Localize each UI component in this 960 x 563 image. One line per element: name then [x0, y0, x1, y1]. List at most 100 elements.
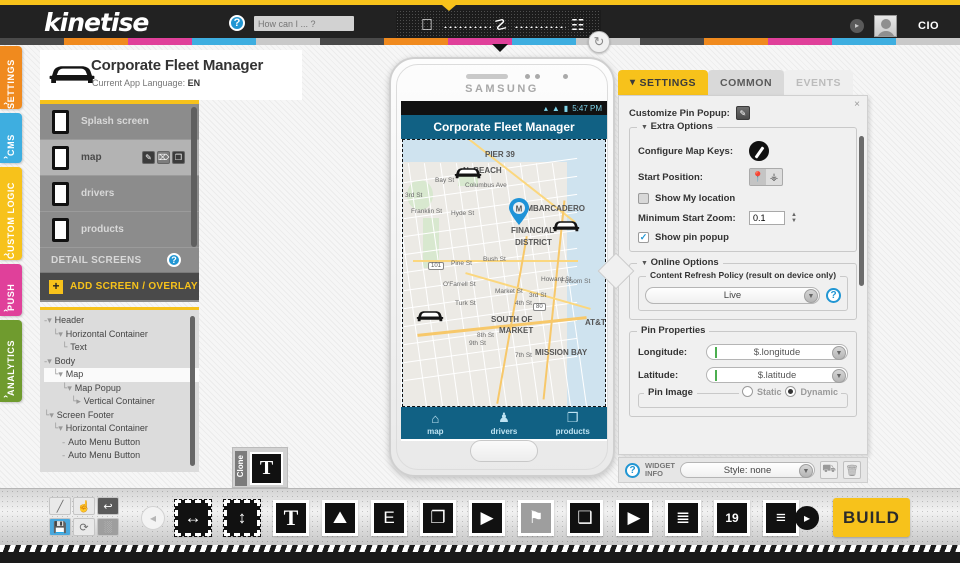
style-select[interactable]: Style: none ▼	[680, 462, 815, 478]
tree-toggle-icon[interactable]: └▾	[44, 411, 57, 421]
header-play-icon[interactable]: ▸	[850, 19, 864, 33]
device-nav-products[interactable]: ❐ products	[538, 407, 607, 439]
tree-node[interactable]: └ Text	[44, 341, 199, 355]
refresh-policy-help-icon[interactable]: ?	[826, 288, 841, 303]
person-pin-icon[interactable]: ⚶	[766, 169, 782, 185]
side-tab-push[interactable]: PUSH ›	[0, 264, 22, 316]
tree-toggle-icon[interactable]: └▾	[53, 424, 66, 434]
screen-list-item[interactable]: drivers	[40, 176, 199, 212]
refresh-tool[interactable]: ⟳	[73, 518, 95, 536]
save-tool[interactable]: 💾	[49, 518, 71, 536]
map-vehicle-icon[interactable]	[415, 308, 445, 325]
tab-events[interactable]: EVENTS	[784, 70, 853, 95]
share-tool[interactable]: ≣	[665, 500, 701, 536]
toolbar-next-button[interactable]: ▸	[795, 506, 819, 530]
min-zoom-stepper[interactable]: ▲ ▼	[791, 212, 797, 224]
tab-settings[interactable]: ▾ SETTINGS	[618, 70, 708, 95]
tab-common[interactable]: COMMON	[708, 70, 784, 95]
help-icon[interactable]: ?	[229, 15, 245, 31]
start-position-buttons[interactable]: 📍 ⚶	[749, 168, 783, 186]
tree-node[interactable]: - Auto Menu Button	[44, 436, 199, 450]
tree-node[interactable]: - Auto Menu Button	[44, 449, 199, 463]
device-nav-drivers[interactable]: ♟ drivers	[470, 407, 539, 439]
carousel-tool[interactable]: ❑	[567, 500, 603, 536]
map-vehicle-icon[interactable]	[453, 165, 483, 182]
list-tool[interactable]: ὜E	[371, 500, 407, 536]
tree-node[interactable]: └▾ Map	[44, 368, 199, 382]
online-options-legend[interactable]: ▼ Online Options	[637, 257, 723, 268]
screen-list-scrollbar[interactable]	[191, 107, 197, 247]
gallery-tool[interactable]: ❐	[420, 500, 456, 536]
close-icon[interactable]: ×	[854, 99, 860, 110]
trash-icon[interactable]: 🗑	[843, 461, 861, 479]
tree-node[interactable]: -▾ Header	[44, 314, 199, 328]
tree-node[interactable]: └▾ Map Popup	[44, 382, 199, 396]
side-tab-cms[interactable]: CMS ›	[0, 113, 22, 163]
widget-tree-scrollbar[interactable]	[190, 316, 195, 466]
tree-node[interactable]: └▾ Horizontal Container	[44, 328, 199, 342]
latitude-dropdown-icon[interactable]: ▼	[832, 369, 846, 383]
calendar-tool[interactable]: 19	[714, 500, 750, 536]
extra-options-legend[interactable]: ▼ Extra Options	[637, 121, 717, 132]
clone-tab[interactable]: Clone	[235, 451, 247, 486]
tree-toggle-icon[interactable]: └▾	[62, 384, 75, 394]
device-nav-map[interactable]: ⌂ map	[401, 407, 470, 439]
car-icon-preview[interactable]: ⛟	[820, 461, 838, 479]
min-zoom-input[interactable]	[749, 211, 785, 225]
grid-tool[interactable]: ░	[97, 518, 119, 536]
tree-node[interactable]: -▾ Body	[44, 355, 199, 369]
map-widget[interactable]: PIER 39 N. BEACH Bay St Columbus Ave 3rd St F…	[402, 139, 606, 407]
latitude-field[interactable]: $.latitude ▼	[706, 367, 848, 383]
widget-info-help-icon[interactable]: ?	[625, 463, 640, 478]
avatar[interactable]	[874, 15, 897, 37]
tree-node[interactable]: └▸ Vertical Container	[44, 395, 199, 409]
clone-widget[interactable]: Clone T	[232, 447, 288, 488]
pin-image-dynamic-radio[interactable]	[785, 386, 796, 397]
show-my-location-checkbox[interactable]	[638, 193, 649, 204]
map-pin-marker[interactable]: M	[508, 198, 530, 226]
search-input[interactable]	[254, 16, 354, 31]
tree-toggle-icon[interactable]: -▾	[44, 316, 55, 326]
show-my-location-row[interactable]: Show My location	[638, 193, 848, 204]
detail-screens-help-icon[interactable]: ?	[167, 253, 181, 267]
toolbar-prev-button[interactable]: ◂	[141, 506, 165, 530]
undo-tool[interactable]: ↩	[97, 497, 119, 515]
screen-list-item[interactable]: Splash screen	[40, 104, 199, 140]
show-pin-popup-row[interactable]: ✓ Show pin popup	[638, 232, 848, 243]
image-tool[interactable]: ⛰	[322, 500, 358, 536]
tree-toggle-icon[interactable]: └▾	[53, 370, 66, 380]
hand-tool[interactable]: ☝	[73, 497, 95, 515]
build-button[interactable]: BUILD	[833, 498, 910, 537]
pin-image-static-radio[interactable]	[742, 386, 753, 397]
key-icon[interactable]	[749, 141, 769, 161]
text-T-icon[interactable]: T	[250, 452, 283, 485]
tree-node[interactable]: └▾ Screen Footer	[44, 409, 199, 423]
style-dropdown-icon[interactable]: ▼	[799, 464, 813, 478]
map-vehicle-icon[interactable]	[551, 218, 581, 235]
longitude-field[interactable]: $.longitude ▼	[706, 344, 848, 360]
device-home-button[interactable]	[470, 440, 538, 462]
text-tool[interactable]: T	[273, 500, 309, 536]
properties-scrollbar[interactable]	[859, 136, 864, 286]
delete-icon[interactable]: ⌦	[157, 151, 170, 164]
tree-toggle-icon[interactable]: -▾	[44, 357, 55, 367]
duplicate-icon[interactable]: ❒	[172, 151, 185, 164]
refresh-policy-select[interactable]: Live ▼	[645, 287, 820, 304]
edit-icon[interactable]: ✎	[142, 151, 155, 164]
draw-tool[interactable]: ╱	[49, 497, 71, 515]
pencil-icon[interactable]: ✎	[736, 106, 750, 120]
side-tab-settings[interactable]: SETTINGS ›	[0, 46, 22, 109]
user-name[interactable]: CIO	[918, 20, 939, 32]
screen-list-item[interactable]: map ✎ ⌦ ❒	[40, 140, 199, 176]
android-icon[interactable]: ☡	[494, 17, 507, 34]
map-pin-icon[interactable]: 📍	[750, 169, 766, 185]
video-tool[interactable]: ▶	[469, 500, 505, 536]
horizontal-container-tool[interactable]: ↔	[175, 500, 211, 536]
kinetise-logo[interactable]: kinetise	[44, 8, 148, 37]
side-tab-custom-logic[interactable]: CUSTOM LOGIC ›	[0, 167, 22, 260]
refresh-icon[interactable]: ↻	[588, 31, 610, 53]
add-screen-button[interactable]: + ADD SCREEN / OVERLAY	[40, 273, 199, 300]
longitude-dropdown-icon[interactable]: ▼	[832, 346, 846, 360]
chevron-down-icon-3[interactable]: ▼	[804, 289, 818, 303]
screen-list-item[interactable]: products	[40, 212, 199, 248]
